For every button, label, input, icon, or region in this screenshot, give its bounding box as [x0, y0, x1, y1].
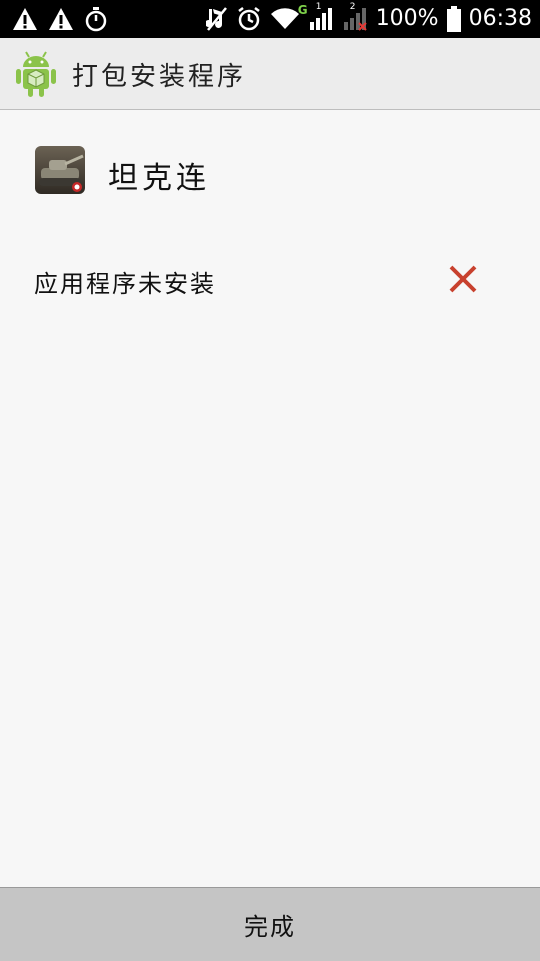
sim1-signal: G 1 [298, 2, 334, 32]
battery-icon [446, 6, 461, 32]
wifi-icon [270, 8, 299, 30]
close-x-icon [449, 265, 477, 293]
done-button-label: 完成 [244, 913, 296, 941]
network-type-label: G [297, 3, 308, 17]
install-status-text: 应用程序未安装 [34, 270, 216, 298]
tank-game-icon [35, 146, 85, 194]
sim2-label: 2 [349, 2, 356, 12]
app-name: 坦克连 [108, 161, 210, 196]
battery-percent: 100% [375, 6, 439, 31]
clock: 06:38 [468, 6, 532, 31]
warning-icon [13, 8, 37, 30]
timer-icon [85, 7, 107, 32]
action-bar: 打包安装程序 [0, 38, 540, 110]
sim2-signal: 2 [342, 2, 368, 32]
status-bar: G 1 2 100% 06:38 [0, 0, 540, 38]
page-title: 打包安装程序 [72, 62, 247, 92]
app-icon [35, 146, 85, 194]
android-icon [16, 51, 56, 97]
sim1-label: 1 [315, 2, 322, 12]
warning-icon [49, 8, 73, 30]
alarm-icon [237, 7, 260, 31]
mute-icon [205, 7, 227, 31]
done-button[interactable]: 完成 [0, 887, 540, 961]
